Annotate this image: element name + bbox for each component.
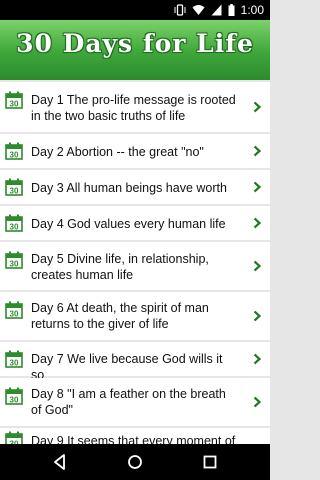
chevron-right-icon [253, 353, 262, 365]
calendar-icon: 30 [5, 91, 23, 109]
list-item-label: Day 4 God values every human life [31, 217, 226, 231]
list-item-day-6[interactable]: 30 Day 6 At death, the spirit of man ret… [0, 292, 270, 340]
system-nav-bar [0, 444, 270, 480]
calendar-icon: 30 [5, 251, 23, 269]
recents-icon[interactable] [200, 452, 220, 472]
list-item-day-7[interactable]: 30 Day 7 We live because God wills it so [0, 342, 270, 382]
wifi-icon [192, 5, 205, 15]
svg-text:30: 30 [10, 396, 19, 405]
chevron-right-icon [253, 260, 262, 272]
list-item-day-3[interactable]: 30 Day 3 All human beings have worth [0, 170, 270, 204]
calendar-icon: 30 [5, 214, 23, 232]
svg-text:30: 30 [10, 223, 19, 232]
app-title: 30 Days for Life [16, 29, 254, 58]
list-item-label: Day 3 All human beings have worth [31, 181, 227, 195]
chevron-right-icon [253, 396, 262, 408]
calendar-icon: 30 [5, 301, 23, 319]
svg-text:30: 30 [10, 310, 19, 319]
list-item-label: Day 5 Divine life, in relationship, crea… [31, 252, 209, 282]
chevron-right-icon [253, 145, 262, 157]
calendar-icon: 30 [5, 350, 23, 368]
home-icon[interactable] [125, 452, 145, 472]
status-bar: 1:00 [0, 0, 270, 20]
days-list: 30 Day 1 The pro-life message is rooted … [0, 82, 270, 444]
calendar-icon: 30 [5, 431, 23, 444]
svg-text:30: 30 [10, 359, 19, 368]
svg-text:30: 30 [10, 151, 19, 160]
list-item-day-9[interactable]: 30 Day 9 It seems that every moment of [0, 428, 270, 444]
calendar-icon: 30 [5, 142, 23, 160]
list-item-label: Day 9 It seems that every moment of [31, 434, 236, 444]
calendar-icon: 30 [5, 178, 23, 196]
battery-icon [228, 4, 235, 16]
list-item-day-4[interactable]: 30 Day 4 God values every human life [0, 206, 270, 240]
chevron-right-icon [253, 101, 262, 113]
list-item-label: Day 6 At death, the spirit of man return… [31, 301, 209, 331]
signal-icon [211, 4, 222, 16]
list-item-day-1[interactable]: 30 Day 1 The pro-life message is rooted … [0, 82, 270, 132]
list-item-day-8[interactable]: 30 Day 8 "I am a feather on the breath o… [0, 378, 270, 426]
svg-text:30: 30 [10, 187, 19, 196]
svg-text:30: 30 [10, 260, 19, 269]
svg-text:30: 30 [10, 100, 19, 109]
list-item-label: Day 1 The pro-life message is rooted in … [31, 93, 236, 123]
chevron-right-icon [253, 217, 262, 229]
app-banner: 30 Days for Life [0, 20, 270, 80]
list-item-day-5[interactable]: 30 Day 5 Divine life, in relationship, c… [0, 242, 270, 290]
back-icon[interactable] [50, 452, 70, 472]
vibrate-icon [174, 4, 186, 16]
list-item-day-2[interactable]: 30 Day 2 Abortion -- the great "no" [0, 134, 270, 168]
status-time: 1:00 [240, 3, 264, 17]
chevron-right-icon [253, 181, 262, 193]
calendar-icon: 30 [5, 387, 23, 405]
list-item-label: Day 2 Abortion -- the great "no" [31, 145, 204, 159]
chevron-right-icon [253, 310, 262, 322]
list-item-label: Day 8 "I am a feather on the breath of G… [31, 387, 226, 417]
